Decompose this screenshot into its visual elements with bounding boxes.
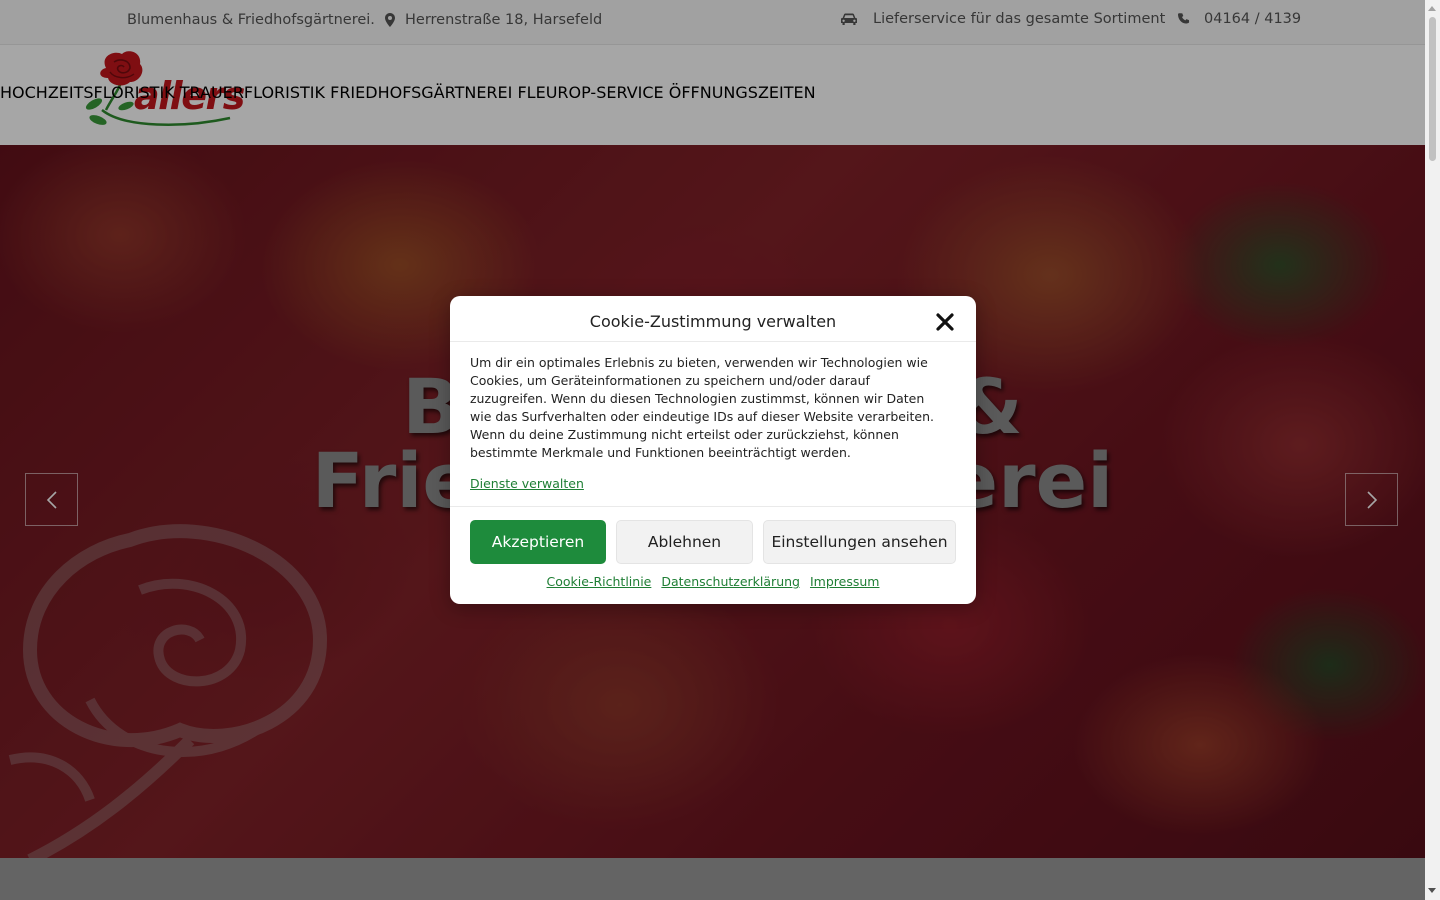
close-button[interactable]	[934, 311, 956, 333]
imprint-link[interactable]: Impressum	[810, 574, 879, 589]
divider	[450, 341, 976, 342]
cookie-dialog-text: Um dir ein optimales Erlebnis zu bieten,…	[470, 355, 934, 460]
cookie-dialog-title: Cookie-Zustimmung verwalten	[589, 312, 837, 331]
scrollbar-thumb[interactable]	[1429, 17, 1436, 161]
cookie-policy-link[interactable]: Cookie-Richtlinie	[547, 574, 652, 589]
page: Blumenhaus & Friedhofsgärtnerei. Herrens…	[0, 0, 1425, 900]
scroll-up-arrow-icon[interactable]	[1428, 6, 1436, 11]
cookie-dialog-links: Cookie-Richtlinie Datenschutzerklärung I…	[450, 574, 976, 589]
deny-button[interactable]: Ablehnen	[616, 520, 753, 564]
privacy-policy-link[interactable]: Datenschutzerklärung	[661, 574, 800, 589]
manage-services-link[interactable]: Dienste verwalten	[470, 476, 584, 491]
scroll-down-arrow-icon[interactable]	[1428, 888, 1436, 893]
page-scrollbar[interactable]	[1425, 0, 1440, 900]
accept-button[interactable]: Akzeptieren	[470, 520, 606, 564]
cookie-consent-dialog: Cookie-Zustimmung verwalten Um dir ein o…	[450, 296, 976, 604]
divider	[450, 506, 976, 507]
view-settings-button[interactable]: Einstellungen ansehen	[763, 520, 956, 564]
close-icon	[936, 313, 954, 331]
